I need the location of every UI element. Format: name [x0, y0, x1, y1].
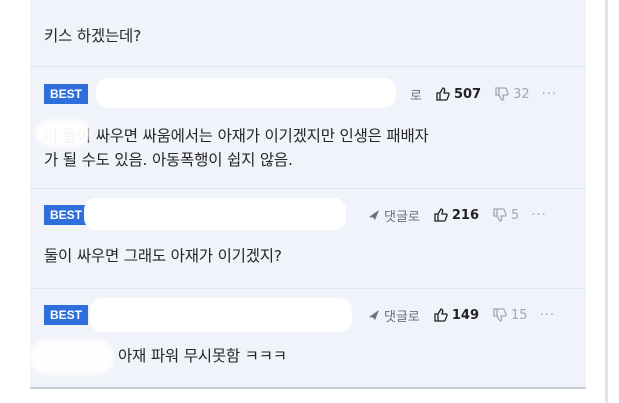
dislike-count: 15 [511, 307, 528, 323]
comment-text: 키스 하겠는데? [44, 27, 142, 45]
best-badge: BEST [44, 84, 89, 104]
reply-arrow-icon [369, 210, 379, 220]
dislike-count: 32 [513, 86, 530, 102]
redacted-username [90, 298, 352, 332]
more-icon[interactable]: ··· [531, 208, 546, 223]
dislike-button[interactable]: 15 [493, 308, 528, 323]
redacted-username [96, 78, 396, 108]
redacted-mention [30, 340, 114, 374]
redacted-mention [36, 120, 90, 146]
like-count: 507 [453, 86, 482, 102]
comment-meta: 댓글로 149 15 ··· [368, 305, 555, 325]
comment-text-line-2: 가 될 수도 있음. 아동폭행이 쉽지 않음. [44, 151, 293, 169]
reply-label: 로 [410, 88, 422, 104]
divider [30, 188, 586, 189]
like-count: 149 [451, 307, 480, 323]
like-button[interactable]: 216 [434, 208, 479, 223]
redacted-username [84, 198, 346, 230]
scrollbar-thumb[interactable] [605, 0, 608, 403]
more-icon[interactable]: ··· [540, 308, 555, 323]
like-button[interactable]: 149 [434, 308, 479, 323]
thumbs-down-icon [493, 208, 507, 222]
more-icon[interactable]: ··· [542, 87, 557, 102]
reply-button[interactable]: 댓글로 [368, 206, 420, 225]
like-count: 216 [451, 207, 480, 223]
reply-label: 댓글로 [384, 309, 420, 325]
comment-text: 아재 파워 무시못함 ㅋㅋㅋ [118, 347, 287, 365]
list-bottom-border [30, 387, 586, 389]
reply-button[interactable]: 댓글로 [368, 306, 420, 325]
divider [30, 288, 586, 289]
thumbs-up-icon [436, 87, 450, 101]
comment-meta: 댓글로 216 5 ··· [368, 205, 547, 225]
reply-arrow-icon [369, 310, 379, 320]
dislike-button[interactable]: 32 [495, 87, 530, 102]
dislike-count: 5 [511, 207, 520, 223]
dislike-button[interactable]: 5 [493, 208, 519, 223]
reply-button[interactable]: 로 [410, 85, 422, 104]
comment-text-line-1: 너 둘이 싸우면 싸움에서는 아재가 이기겠지만 인생은 패배자 [44, 127, 429, 145]
thumbs-down-icon [493, 308, 507, 322]
comment-meta: 로 507 32 ··· [410, 84, 557, 104]
best-badge: BEST [44, 205, 89, 225]
thumbs-up-icon [434, 308, 448, 322]
thumbs-up-icon [434, 208, 448, 222]
reply-label: 댓글로 [384, 209, 420, 225]
like-button[interactable]: 507 [436, 87, 481, 102]
best-badge: BEST [44, 305, 89, 325]
comment-text: 둘이 싸우면 그래도 아재가 이기겠지? [44, 247, 282, 265]
divider [30, 66, 586, 67]
thumbs-down-icon [495, 87, 509, 101]
